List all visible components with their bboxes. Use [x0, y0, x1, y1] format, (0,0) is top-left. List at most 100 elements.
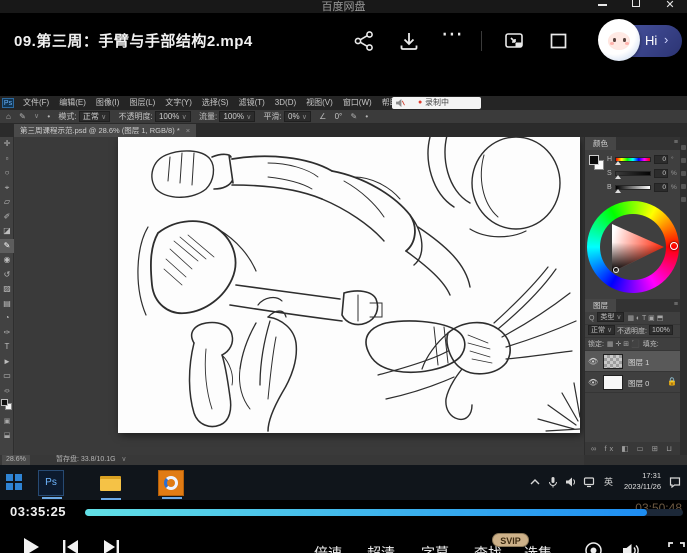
tab-close-icon[interactable]: ×	[186, 126, 190, 135]
brush-preset-icon[interactable]: ✎	[19, 110, 26, 124]
episode-list-button[interactable]: 选集	[524, 543, 552, 553]
wand-tool[interactable]: ⌖	[0, 181, 14, 196]
minimize-button[interactable]	[595, 0, 609, 6]
download-icon[interactable]	[398, 30, 420, 52]
pen-tool[interactable]: ✑	[0, 326, 14, 341]
tray-expand-icon[interactable]	[529, 476, 541, 488]
heal-tool[interactable]: ◪	[0, 224, 14, 239]
color-swatches[interactable]	[589, 155, 605, 171]
type-tool[interactable]: T	[0, 340, 14, 355]
filter-type-select[interactable]: 类型 ∨	[597, 312, 624, 322]
menu-file[interactable]: 文件(F)	[18, 96, 54, 110]
menu-select[interactable]: 选择(S)	[197, 96, 234, 110]
visibility-eye-icon[interactable]: 👁	[588, 357, 598, 366]
microphone-icon[interactable]	[547, 476, 559, 488]
taskbar-clock[interactable]: 17:31 2023/11/26	[624, 470, 661, 492]
close-button[interactable]: ✕	[663, 0, 677, 11]
lock-icons[interactable]: ▦ ✛ ⊞ ⬛	[607, 338, 640, 351]
quick-mask-icon[interactable]: ▣	[0, 417, 14, 425]
visibility-eye-icon[interactable]: 👁	[588, 378, 598, 387]
dock-window-icon[interactable]	[547, 30, 569, 52]
layer-opacity-select[interactable]: 100%	[649, 325, 673, 335]
document-tab[interactable]: 第三周课程示范.psd @ 28.6% (图层 1, RGB/8) *×	[14, 124, 196, 137]
video-frame[interactable]: Ps文件(F)编辑(E)图像(I)图层(L)文字(Y)选择(S)滤镜(T)3D(…	[0, 96, 687, 500]
layer-row-0[interactable]: 👁 图层 0 🔒	[585, 372, 681, 393]
menu-layer[interactable]: 图层(L)	[124, 96, 160, 110]
lasso-tool[interactable]: ○	[0, 166, 14, 181]
saturation-slider-thumb[interactable]	[615, 175, 621, 179]
chevron-down-icon[interactable]: ∨	[34, 110, 39, 124]
layers-panel-tab[interactable]: 图层	[585, 299, 616, 312]
marquee-tool[interactable]: ▫	[0, 152, 14, 167]
clone-stamp-tool[interactable]: ◉	[0, 253, 14, 268]
menu-type[interactable]: 文字(Y)	[160, 96, 197, 110]
menu-3d[interactable]: 3D(D)	[270, 96, 301, 110]
brush-tool[interactable]: ✎	[0, 239, 14, 254]
fullscreen-icon[interactable]	[667, 541, 686, 553]
zoom-level[interactable]: 28.6%	[2, 455, 30, 465]
taskbar-recorder-icon[interactable]	[158, 470, 184, 496]
layer-name[interactable]: 图层 1	[628, 357, 649, 368]
mini-player-icon[interactable]	[503, 30, 525, 52]
more-tools-icon[interactable]: ⋯	[0, 387, 14, 395]
more-icon[interactable]: ⋯	[441, 21, 463, 43]
start-button[interactable]	[6, 474, 23, 491]
network-display-icon[interactable]	[583, 476, 595, 488]
menu-image[interactable]: 图像(I)	[91, 96, 125, 110]
volume-tray-icon[interactable]	[565, 476, 577, 488]
svip-badge[interactable]: SVIP	[492, 533, 529, 547]
user-account-button[interactable]: Hi ›	[601, 25, 682, 57]
collapsed-panel-strip[interactable]	[680, 137, 687, 455]
symmetry-icon[interactable]: •	[365, 110, 368, 124]
color-panel-tab[interactable]: 颜色	[585, 137, 616, 150]
volume-icon[interactable]	[621, 541, 640, 553]
opacity-select[interactable]: 100% ∨	[155, 111, 191, 122]
hue-value[interactable]: 0	[654, 155, 668, 164]
foreground-color-swatch[interactable]	[1, 399, 8, 406]
layer-row-1[interactable]: 👁 图层 1	[585, 351, 681, 372]
brush-size-icon[interactable]: •	[47, 110, 50, 124]
history-brush-tool[interactable]: ↺	[0, 268, 14, 283]
layer-thumbnail[interactable]	[603, 375, 623, 390]
panel-menu-icon[interactable]: ≡	[674, 139, 678, 146]
notification-center-icon[interactable]	[669, 476, 681, 488]
layer-blend-select[interactable]: 正常 ∨	[588, 325, 615, 335]
saturation-value[interactable]: 0	[654, 169, 668, 178]
language-indicator[interactable]: 英	[604, 475, 613, 488]
layers-bottom-actions[interactable]: ∞ fx ◧ ▭ ⊞ ⊔	[585, 442, 681, 455]
foreground-color-swatch[interactable]	[589, 155, 599, 165]
hue-slider-thumb[interactable]	[615, 161, 621, 165]
eraser-tool[interactable]: ▨	[0, 282, 14, 297]
home-icon[interactable]: ⌂	[6, 110, 11, 124]
foreground-background-swatches[interactable]	[1, 399, 13, 411]
blend-mode-select[interactable]: 正常 ∨	[79, 111, 110, 122]
record-screen-icon[interactable]	[584, 541, 603, 553]
layer-name[interactable]: 图层 0	[628, 378, 649, 389]
layer-thumbnail[interactable]	[603, 354, 623, 369]
path-select-tool[interactable]: ►	[0, 355, 14, 370]
playback-speed-button[interactable]: 倍速	[314, 543, 342, 553]
menu-window[interactable]: 窗口(W)	[338, 96, 377, 110]
menu-edit[interactable]: 编辑(E)	[54, 96, 91, 110]
play-button[interactable]	[24, 538, 39, 553]
color-triangle[interactable]	[600, 214, 666, 280]
dodge-tool[interactable]: ◔	[0, 311, 14, 326]
progress-bar[interactable]	[85, 509, 683, 516]
search-icon[interactable]: Q	[589, 312, 594, 325]
pressure-icon[interactable]: ✎	[350, 110, 357, 124]
eyedropper-tool[interactable]: ✐	[0, 210, 14, 225]
screen-mode-icon[interactable]: ⬓	[0, 431, 14, 439]
share-icon[interactable]	[353, 30, 375, 52]
color-wheel[interactable]	[587, 201, 679, 293]
triangle-cursor[interactable]	[613, 267, 619, 273]
flow-select[interactable]: 100% ∨	[219, 111, 255, 122]
gradient-tool[interactable]: ▤	[0, 297, 14, 312]
move-tool[interactable]: ✛	[0, 137, 14, 152]
filter-kind-icons[interactable]: ▦ ◐ T ▣ ⬒	[627, 312, 663, 325]
brightness-value[interactable]: 0	[654, 183, 668, 192]
panel-menu-icon[interactable]: ≡	[674, 301, 678, 308]
smoothing-select[interactable]: 0% ∨	[284, 111, 311, 122]
drawing-canvas[interactable]	[118, 137, 580, 433]
brush-angle-icon[interactable]: ∠	[319, 110, 326, 124]
taskbar-explorer-icon[interactable]	[98, 470, 124, 496]
